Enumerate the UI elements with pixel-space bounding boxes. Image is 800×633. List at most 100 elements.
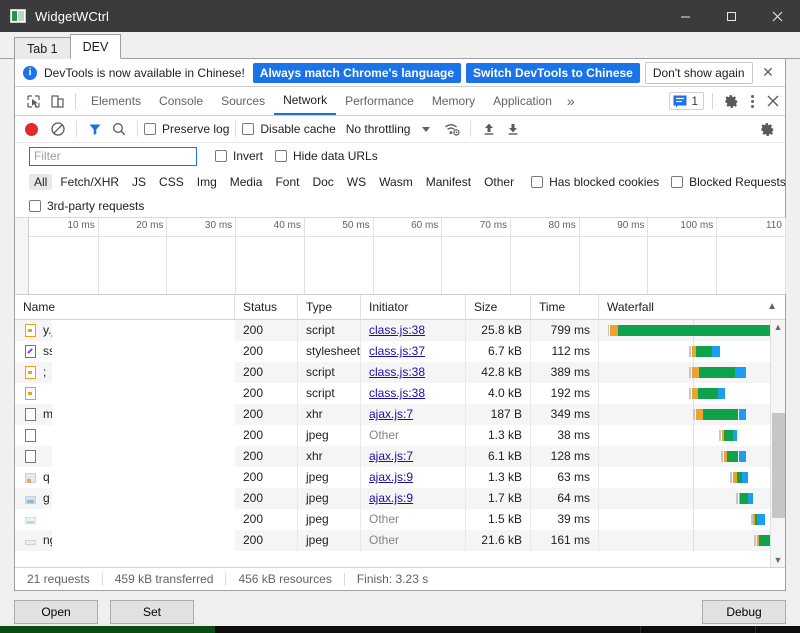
cell-initiator[interactable]: class.js:38 bbox=[361, 320, 466, 341]
column-header-waterfall[interactable]: Waterfall ▲ bbox=[599, 295, 785, 319]
column-header-status[interactable]: Status bbox=[235, 295, 298, 319]
type-filter-other[interactable]: Other bbox=[479, 174, 519, 190]
cell-initiator[interactable]: ajax.js:9 bbox=[361, 467, 466, 488]
column-header-type[interactable]: Type bbox=[298, 295, 361, 319]
throttling-select[interactable]: No throttling bbox=[346, 122, 411, 136]
initiator-link[interactable]: class.js:38 bbox=[369, 323, 425, 337]
initiator-link[interactable]: ajax.js:7 bbox=[369, 407, 413, 421]
type-filter-manifest[interactable]: Manifest bbox=[421, 174, 476, 190]
cell-waterfall[interactable] bbox=[599, 446, 785, 467]
type-filter-wasm[interactable]: Wasm bbox=[374, 174, 418, 190]
tab-performance[interactable]: Performance bbox=[336, 87, 423, 115]
tab-sources[interactable]: Sources bbox=[212, 87, 274, 115]
minimize-button[interactable] bbox=[662, 0, 708, 32]
cell-waterfall[interactable] bbox=[599, 404, 785, 425]
type-filter-all[interactable]: All bbox=[29, 173, 53, 190]
blocked-requests-box[interactable] bbox=[671, 175, 684, 188]
cell-waterfall[interactable] bbox=[599, 530, 785, 551]
clear-icon[interactable] bbox=[46, 118, 70, 140]
devtools-settings-gear-icon[interactable] bbox=[719, 89, 743, 113]
type-filter-js[interactable]: JS bbox=[127, 174, 151, 190]
cell-initiator[interactable]: ajax.js:7 bbox=[361, 404, 466, 425]
search-icon[interactable] bbox=[107, 118, 131, 140]
table-body[interactable]: y.js200scriptclass.js:3825.8 kB799 msss2… bbox=[15, 320, 785, 567]
has-blocked-cookies-checkbox[interactable]: Has blocked cookies bbox=[531, 175, 659, 189]
type-filter-css[interactable]: CSS bbox=[154, 174, 189, 190]
disable-cache-box[interactable] bbox=[242, 123, 255, 135]
preserve-log-checkbox[interactable]: Preserve log bbox=[144, 122, 229, 136]
cell-initiator[interactable]: class.js:38 bbox=[361, 383, 466, 404]
cell-waterfall[interactable] bbox=[599, 467, 785, 488]
initiator-link[interactable]: ajax.js:7 bbox=[369, 449, 413, 463]
tab-dev[interactable]: DEV bbox=[69, 34, 122, 59]
sort-ascending-icon[interactable]: ▲ bbox=[767, 295, 777, 319]
network-overview-timeline[interactable]: 10 ms 20 ms 30 ms 40 ms 50 ms 60 ms 70 m… bbox=[15, 218, 786, 295]
cell-waterfall[interactable] bbox=[599, 320, 785, 341]
cell-waterfall[interactable] bbox=[599, 362, 785, 383]
open-button[interactable]: Open bbox=[14, 600, 98, 624]
tab-console[interactable]: Console bbox=[150, 87, 212, 115]
debug-button[interactable]: Debug bbox=[702, 600, 786, 624]
cell-initiator[interactable]: class.js:38 bbox=[361, 362, 466, 383]
scrollbar-track[interactable] bbox=[771, 334, 786, 553]
hide-data-urls-box[interactable] bbox=[275, 150, 288, 162]
console-messages-badge[interactable]: 1 bbox=[669, 92, 704, 110]
type-filter-media[interactable]: Media bbox=[225, 174, 268, 190]
import-har-icon[interactable] bbox=[477, 118, 501, 140]
cell-waterfall[interactable] bbox=[599, 425, 785, 446]
filter-input[interactable]: Filter bbox=[29, 146, 197, 166]
export-har-icon[interactable] bbox=[501, 118, 525, 140]
devtools-more-options-icon[interactable] bbox=[743, 94, 761, 108]
disable-cache-checkbox[interactable]: Disable cache bbox=[242, 122, 336, 136]
switch-to-chinese-button[interactable]: Switch DevTools to Chinese bbox=[466, 62, 640, 83]
cell-waterfall[interactable] bbox=[599, 509, 785, 530]
more-panels-icon[interactable]: » bbox=[561, 93, 581, 109]
chevron-down-icon[interactable] bbox=[422, 126, 431, 132]
preserve-log-box[interactable] bbox=[144, 123, 156, 135]
device-toolbar-icon[interactable] bbox=[45, 89, 69, 113]
type-filter-doc[interactable]: Doc bbox=[307, 174, 338, 190]
cell-initiator[interactable]: class.js:37 bbox=[361, 341, 466, 362]
dont-show-again-button[interactable]: Don't show again bbox=[644, 61, 753, 84]
initiator-link[interactable]: ajax.js:9 bbox=[369, 491, 413, 505]
initiator-link[interactable]: class.js:37 bbox=[369, 344, 425, 358]
set-button[interactable]: Set bbox=[110, 600, 194, 624]
notification-close-icon[interactable]: ✕ bbox=[759, 64, 777, 82]
column-header-size[interactable]: Size bbox=[466, 295, 531, 319]
column-header-initiator[interactable]: Initiator bbox=[361, 295, 466, 319]
type-filter-font[interactable]: Font bbox=[270, 174, 304, 190]
inspect-element-icon[interactable] bbox=[21, 89, 45, 113]
third-party-requests-checkbox[interactable]: 3rd-party requests bbox=[29, 199, 144, 213]
close-button[interactable] bbox=[754, 0, 800, 32]
tab-tab1[interactable]: Tab 1 bbox=[14, 37, 71, 59]
tab-memory[interactable]: Memory bbox=[423, 87, 484, 115]
record-button[interactable] bbox=[25, 122, 38, 136]
type-filter-ws[interactable]: WS bbox=[342, 174, 371, 190]
invert-checkbox[interactable]: Invert bbox=[215, 149, 263, 163]
column-header-time[interactable]: Time bbox=[531, 295, 599, 319]
maximize-button[interactable] bbox=[708, 0, 754, 32]
scroll-down-arrow-icon[interactable]: ▼ bbox=[774, 553, 783, 567]
type-filter-img[interactable]: Img bbox=[192, 174, 222, 190]
always-match-language-button[interactable]: Always match Chrome's language bbox=[252, 62, 462, 83]
cell-waterfall[interactable] bbox=[599, 383, 785, 404]
third-party-requests-box[interactable] bbox=[29, 199, 41, 212]
scrollbar-thumb[interactable] bbox=[771, 412, 785, 518]
tab-network[interactable]: Network bbox=[274, 87, 337, 115]
initiator-link[interactable]: ajax.js:9 bbox=[369, 470, 413, 484]
cell-waterfall[interactable] bbox=[599, 488, 785, 509]
network-conditions-icon[interactable] bbox=[440, 118, 464, 140]
cell-initiator[interactable]: ajax.js:9 bbox=[361, 488, 466, 509]
initiator-link[interactable]: class.js:38 bbox=[369, 386, 425, 400]
cell-waterfall[interactable] bbox=[599, 341, 785, 362]
initiator-link[interactable]: class.js:38 bbox=[369, 365, 425, 379]
scroll-up-arrow-icon[interactable]: ▲ bbox=[774, 320, 783, 334]
type-filter-fetch-xhr[interactable]: Fetch/XHR bbox=[55, 174, 124, 190]
cell-initiator[interactable]: ajax.js:7 bbox=[361, 446, 466, 467]
hide-data-urls-checkbox[interactable]: Hide data URLs bbox=[275, 149, 378, 163]
table-scrollbar[interactable]: ▲ ▼ bbox=[770, 320, 785, 567]
tab-elements[interactable]: Elements bbox=[82, 87, 150, 115]
tab-application[interactable]: Application bbox=[484, 87, 561, 115]
blocked-requests-checkbox[interactable]: Blocked Requests bbox=[671, 175, 786, 189]
network-settings-gear-icon[interactable] bbox=[755, 118, 779, 140]
